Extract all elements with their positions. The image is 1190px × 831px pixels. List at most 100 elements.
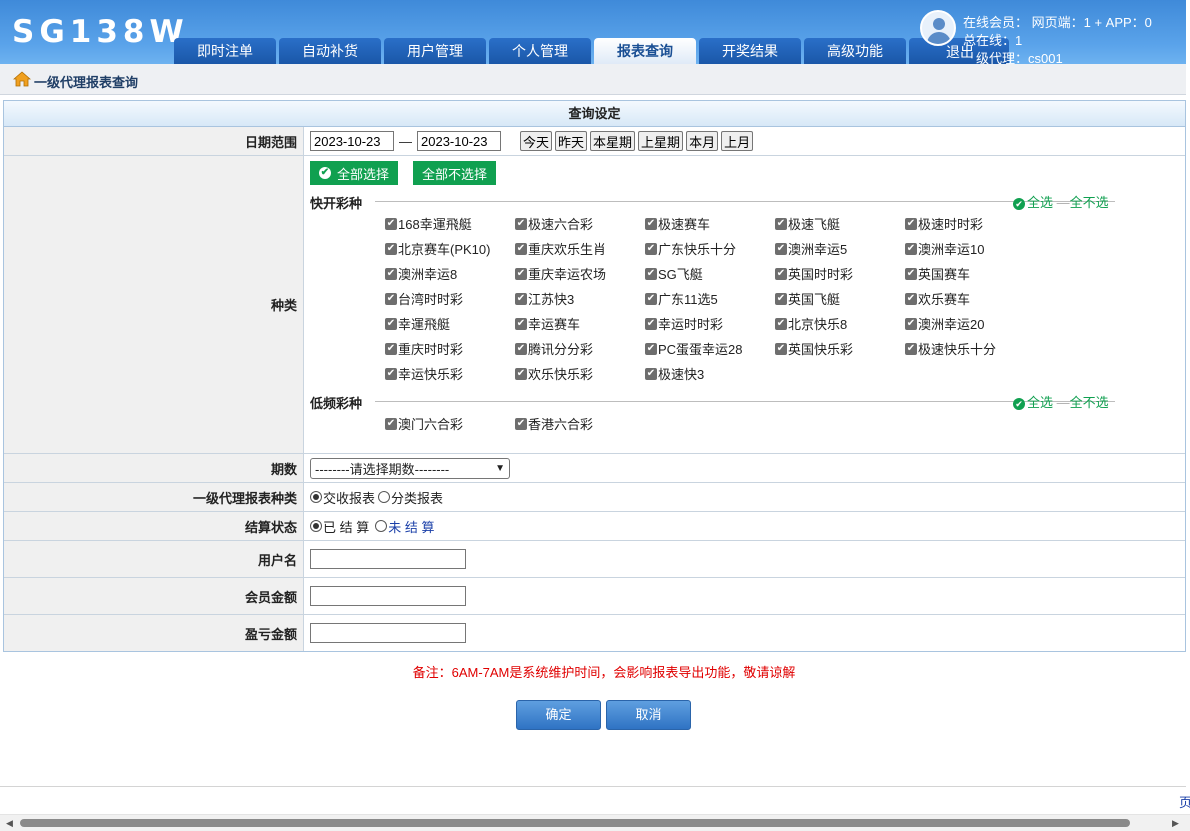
lottery-checkbox-item[interactable]: ✔ 香港六合彩	[515, 411, 645, 436]
nav-tab-live-bets[interactable]: 即时注单	[174, 38, 276, 64]
checkbox-checked-icon[interactable]: ✔	[515, 217, 527, 230]
checkbox-checked-icon[interactable]: ✔	[775, 292, 787, 305]
yesterday-button[interactable]: 昨天	[555, 131, 588, 151]
lottery-checkbox-item[interactable]: ✔ 澳门六合彩	[385, 411, 515, 436]
horizontal-scrollbar[interactable]: ◀ ▶	[0, 814, 1190, 831]
lottery-checkbox-item[interactable]: ✔ 极速时时彩	[905, 211, 1035, 236]
lottery-checkbox-item[interactable]: ✔ 台湾时时彩	[385, 286, 515, 311]
lottery-checkbox-item[interactable]: ✔ 澳洲幸运20	[905, 311, 1035, 336]
lottery-checkbox-item[interactable]: ✔ 欢乐赛车	[905, 286, 1035, 311]
scroll-thumb[interactable]	[20, 819, 1130, 827]
checkbox-checked-icon[interactable]: ✔	[515, 267, 527, 280]
group-select-all-link[interactable]: 全选	[1027, 395, 1053, 410]
lottery-checkbox-item[interactable]: ✔ 168幸運飛艇	[385, 211, 515, 236]
report-type-radio-settlement[interactable]	[310, 491, 322, 503]
username-input[interactable]	[310, 549, 466, 569]
checkbox-checked-icon[interactable]: ✔	[905, 267, 917, 280]
scroll-right-icon[interactable]: ▶	[1172, 818, 1179, 829]
group-select-none-link[interactable]: 全不选	[1070, 395, 1109, 410]
lottery-checkbox-item[interactable]: ✔ 英国快乐彩	[775, 336, 905, 361]
checkbox-checked-icon[interactable]: ✔	[905, 317, 917, 330]
lottery-checkbox-item[interactable]: ✔ 腾讯分分彩	[515, 336, 645, 361]
lottery-checkbox-item[interactable]: ✔ 幸运赛车	[515, 311, 645, 336]
lottery-checkbox-item[interactable]: ✔ SG飞艇	[645, 261, 775, 286]
checkbox-checked-icon[interactable]: ✔	[645, 267, 657, 280]
lottery-checkbox-item[interactable]: ✔ 江苏快3	[515, 286, 645, 311]
this-week-button[interactable]: 本星期	[590, 131, 636, 151]
checkbox-checked-icon[interactable]: ✔	[515, 342, 527, 355]
checkbox-checked-icon[interactable]: ✔	[775, 342, 787, 355]
lottery-checkbox-item[interactable]: ✔ 重庆幸运农场	[515, 261, 645, 286]
checkbox-checked-icon[interactable]: ✔	[775, 217, 787, 230]
select-all-button[interactable]: ✔ 全部选择	[310, 161, 399, 185]
checkbox-checked-icon[interactable]: ✔	[385, 217, 397, 230]
avatar-icon[interactable]	[920, 10, 956, 46]
unsettled-radio[interactable]	[375, 520, 388, 532]
settled-radio[interactable]	[310, 520, 322, 532]
logout-link[interactable]: 退出	[946, 42, 974, 62]
checkbox-checked-icon[interactable]: ✔	[515, 317, 527, 330]
period-select[interactable]: --------请选择期数-------- ▼	[310, 457, 510, 479]
checkbox-checked-icon[interactable]: ✔	[385, 367, 397, 380]
checkbox-checked-icon[interactable]: ✔	[645, 217, 657, 230]
checkbox-checked-icon[interactable]: ✔	[905, 242, 917, 255]
lottery-checkbox-item[interactable]: ✔ 英国时时彩	[775, 261, 905, 286]
checkbox-checked-icon[interactable]: ✔	[385, 342, 397, 355]
confirm-button[interactable]: 确定	[516, 700, 601, 730]
checkbox-checked-icon[interactable]: ✔	[645, 367, 657, 380]
checkbox-checked-icon[interactable]: ✔	[515, 242, 527, 255]
nav-tab-draw-results[interactable]: 开奖结果	[699, 38, 801, 64]
lottery-checkbox-item[interactable]: ✔ 澳洲幸运8	[385, 261, 515, 286]
checkbox-checked-icon[interactable]: ✔	[645, 292, 657, 305]
this-month-button[interactable]: 本月	[686, 131, 719, 151]
nav-tab-auto-refill[interactable]: 自动补货	[279, 38, 381, 64]
lottery-checkbox-item[interactable]: ✔ 极速赛车	[645, 211, 775, 236]
nav-tab-user-management[interactable]: 用户管理	[384, 38, 486, 64]
lottery-checkbox-item[interactable]: ✔ 北京快乐8	[775, 311, 905, 336]
lottery-checkbox-item[interactable]: ✔ 澳洲幸运10	[905, 236, 1035, 261]
deselect-all-button[interactable]: 全部不选择	[413, 161, 497, 185]
checkbox-checked-icon[interactable]: ✔	[385, 242, 397, 255]
checkbox-checked-icon[interactable]: ✔	[515, 292, 527, 305]
checkbox-checked-icon[interactable]: ✔	[775, 242, 787, 255]
lottery-checkbox-item[interactable]: ✔ 重庆欢乐生肖	[515, 236, 645, 261]
cancel-button[interactable]: 取消	[606, 700, 691, 730]
checkbox-checked-icon[interactable]: ✔	[905, 342, 917, 355]
lottery-checkbox-item[interactable]: ✔ 广东11选5	[645, 286, 775, 311]
last-week-button[interactable]: 上星期	[638, 131, 684, 151]
lottery-checkbox-item[interactable]: ✔ 重庆时时彩	[385, 336, 515, 361]
checkbox-checked-icon[interactable]: ✔	[515, 417, 527, 430]
profit-amount-input[interactable]	[310, 623, 466, 643]
checkbox-checked-icon[interactable]: ✔	[905, 292, 917, 305]
lottery-checkbox-item[interactable]: ✔ 广东快乐十分	[645, 236, 775, 261]
lottery-checkbox-item[interactable]: ✔ PC蛋蛋幸运28	[645, 336, 775, 361]
last-month-button[interactable]: 上月	[721, 131, 754, 151]
lottery-checkbox-item[interactable]: ✔ 极速快乐十分	[905, 336, 1035, 361]
today-button[interactable]: 今天	[520, 131, 553, 151]
lottery-checkbox-item[interactable]: ✔ 幸运时时彩	[645, 311, 775, 336]
group-select-none-link[interactable]: 全不选	[1070, 195, 1109, 210]
checkbox-checked-icon[interactable]: ✔	[645, 242, 657, 255]
checkbox-checked-icon[interactable]: ✔	[645, 342, 657, 355]
nav-tab-advanced[interactable]: 高级功能	[804, 38, 906, 64]
lottery-checkbox-item[interactable]: ✔ 幸运快乐彩	[385, 361, 515, 386]
checkbox-checked-icon[interactable]: ✔	[385, 317, 397, 330]
nav-tab-reports[interactable]: 报表查询	[594, 38, 696, 64]
lottery-checkbox-item[interactable]: ✔ 幸運飛艇	[385, 311, 515, 336]
checkbox-checked-icon[interactable]: ✔	[385, 267, 397, 280]
checkbox-checked-icon[interactable]: ✔	[645, 317, 657, 330]
checkbox-checked-icon[interactable]: ✔	[385, 292, 397, 305]
lottery-checkbox-item[interactable]: ✔ 极速六合彩	[515, 211, 645, 236]
checkbox-checked-icon[interactable]: ✔	[515, 367, 527, 380]
lottery-checkbox-item[interactable]: ✔ 极速快3	[645, 361, 775, 386]
date-from-input[interactable]	[310, 131, 394, 151]
lottery-checkbox-item[interactable]: ✔ 英国飞艇	[775, 286, 905, 311]
checkbox-checked-icon[interactable]: ✔	[905, 217, 917, 230]
checkbox-checked-icon[interactable]: ✔	[775, 267, 787, 280]
group-select-all-link[interactable]: 全选	[1027, 195, 1053, 210]
scroll-left-icon[interactable]: ◀	[6, 818, 13, 829]
member-amount-input[interactable]	[310, 586, 466, 606]
lottery-checkbox-item[interactable]: ✔ 英国赛车	[905, 261, 1035, 286]
checkbox-checked-icon[interactable]: ✔	[775, 317, 787, 330]
lottery-checkbox-item[interactable]: ✔ 澳洲幸运5	[775, 236, 905, 261]
